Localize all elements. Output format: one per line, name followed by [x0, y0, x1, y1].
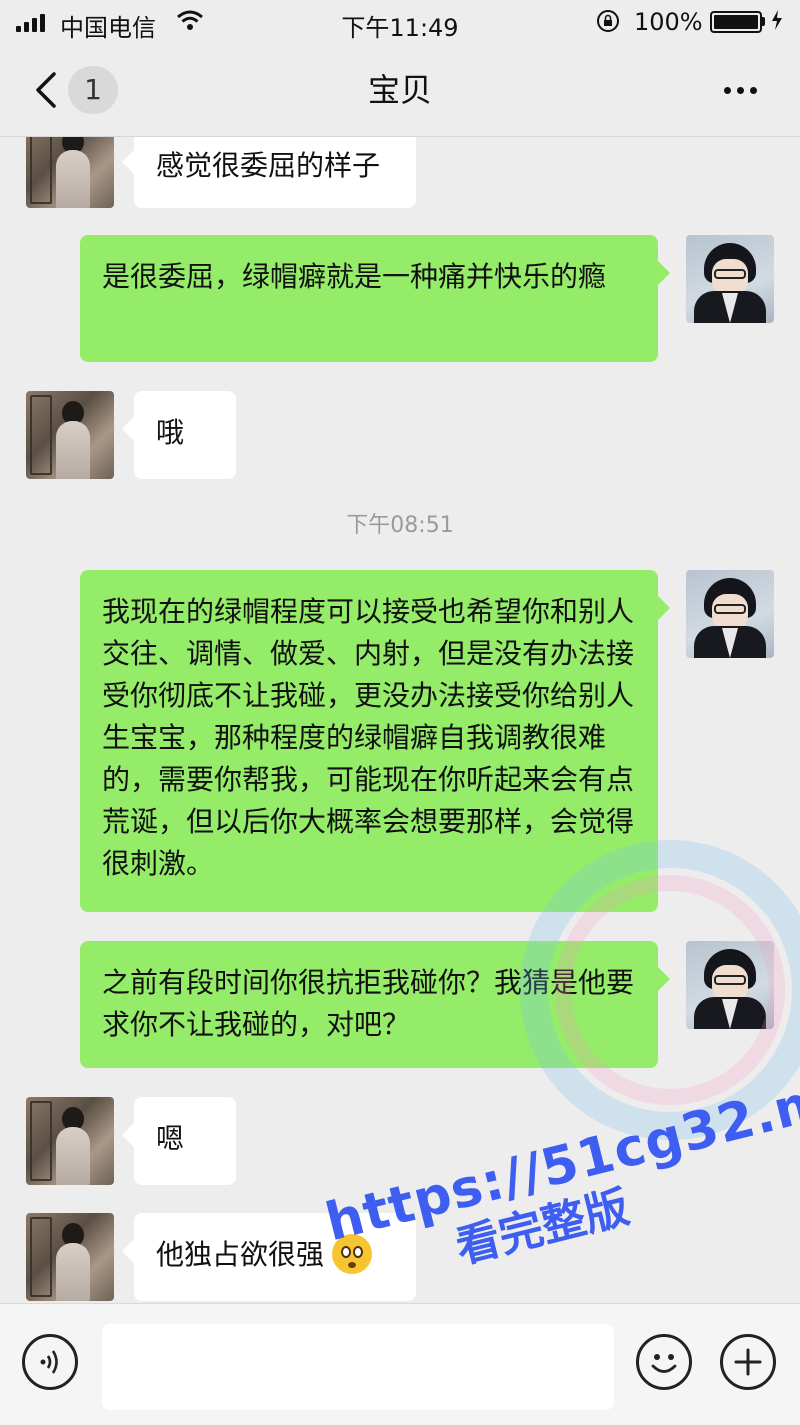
chat-title: 宝贝 [367, 71, 432, 109]
voice-button[interactable] [22, 1334, 78, 1390]
rotation-lock-icon [596, 9, 620, 33]
emoji-icon [651, 1354, 677, 1373]
voice-icon [40, 1350, 58, 1374]
battery-cap [762, 17, 765, 26]
message-text: 他独占欲很强 [156, 1238, 325, 1271]
my-avatar[interactable] [686, 941, 774, 1029]
message-timestamp: 下午08:51 [346, 513, 454, 538]
contact-avatar[interactable] [26, 137, 114, 208]
emoji-button[interactable] [636, 1334, 692, 1390]
charging-icon [770, 8, 784, 32]
input-bar [0, 1303, 800, 1425]
battery-percent: 100% [634, 8, 703, 36]
status-bar: 中国电信 下午11:49 100% [0, 0, 800, 44]
message-bubble-received[interactable]: 哦 [122, 391, 236, 479]
plus-button[interactable] [720, 1334, 776, 1390]
message-bubble-sent[interactable]: 我现在的绿帽程度可以接受也希望你和别人交往、调情、做爱、内射，但是没有办法接受你… [80, 570, 670, 912]
contact-avatar[interactable] [26, 1097, 114, 1185]
contact-avatar[interactable] [26, 391, 114, 479]
message-list[interactable]: 感觉很委屈的样子 是很委屈，绿帽癖就是一种痛并快乐的瘾 哦 下午08:51 我现… [0, 137, 800, 1303]
more-icon-dot [749, 86, 757, 94]
message-bubble-received[interactable]: 他独占欲很强 [122, 1213, 416, 1301]
more-icon-dot [723, 86, 731, 94]
more-icon-dot [736, 86, 744, 94]
plus-icon [734, 1348, 762, 1376]
message-bubble-received[interactable]: 嗯 [122, 1097, 236, 1185]
my-avatar[interactable] [686, 570, 774, 658]
flushed-face-emoji-icon [332, 1234, 373, 1274]
contact-avatar[interactable] [26, 1213, 114, 1301]
message-bubble-sent[interactable]: 是很委屈，绿帽癖就是一种痛并快乐的瘾 [80, 235, 670, 362]
more-options-button[interactable] [716, 78, 764, 102]
message-bubble-sent[interactable]: 之前有段时间你很抗拒我碰你？我猜是他要求你不让我碰的，对吧？ [80, 941, 670, 1068]
chat-header: 1 宝贝 [0, 44, 800, 137]
my-avatar[interactable] [686, 235, 774, 323]
battery-icon [710, 11, 762, 33]
message-bubble-received[interactable]: 感觉很委屈的样子 [122, 137, 416, 208]
message-input[interactable] [102, 1324, 614, 1410]
